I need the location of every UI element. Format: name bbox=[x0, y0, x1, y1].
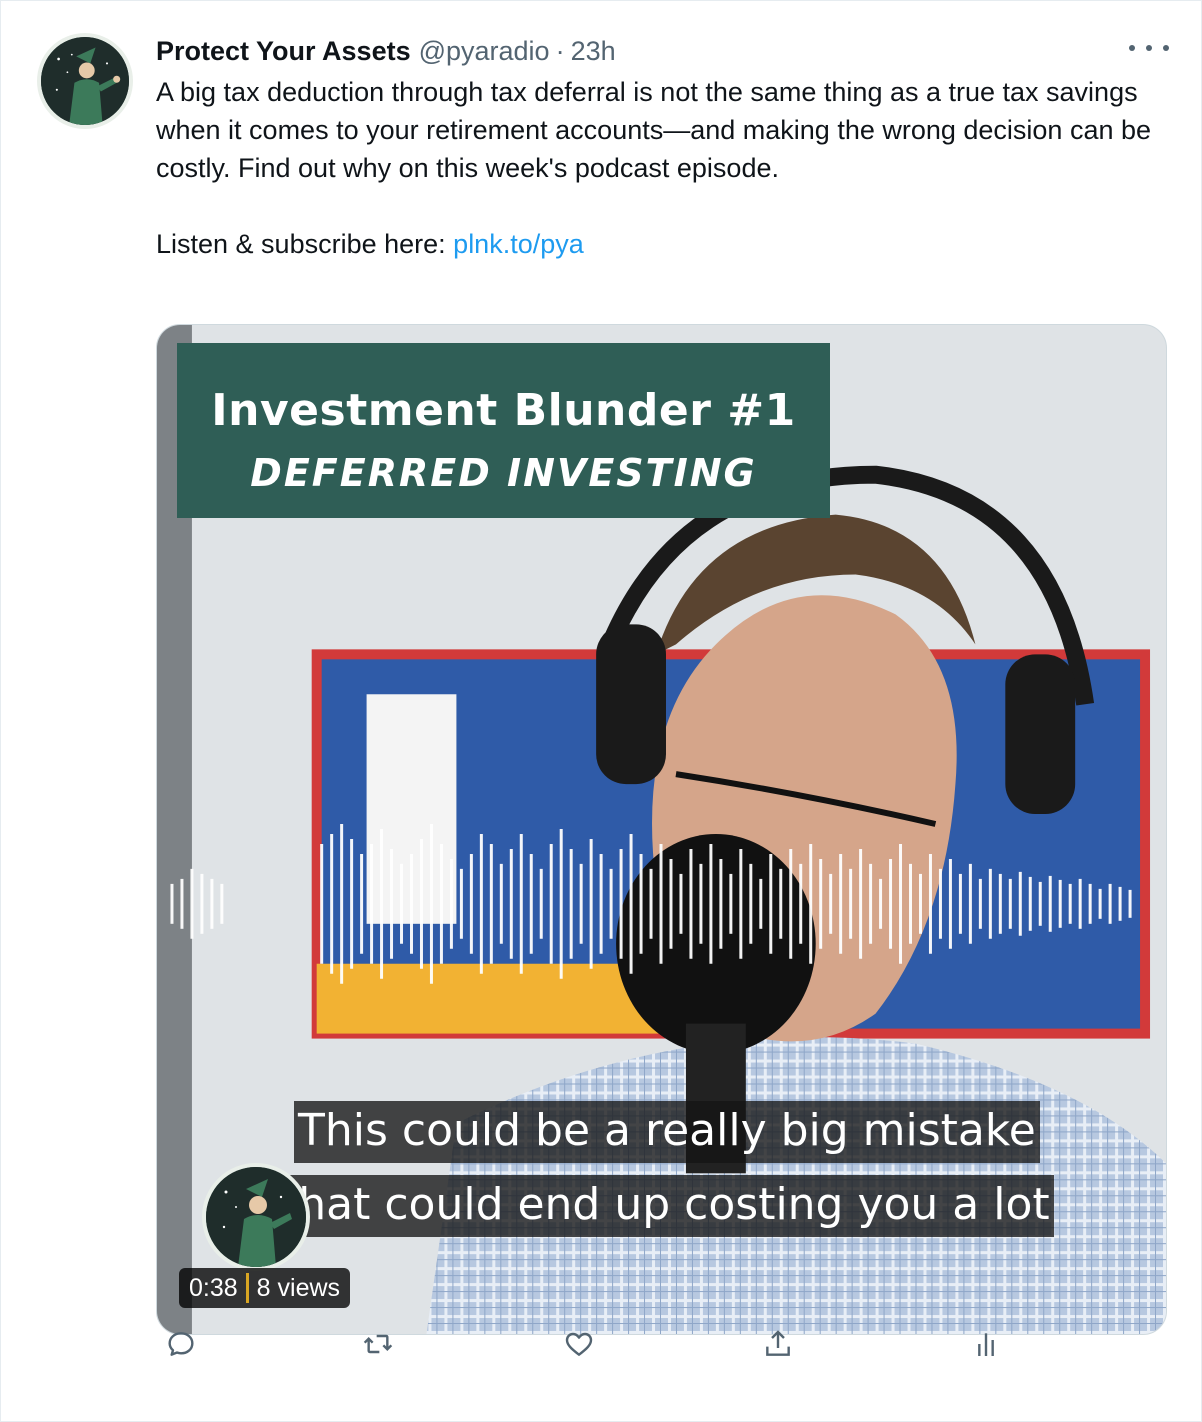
action-bar bbox=[156, 1319, 1167, 1369]
profile-avatar[interactable] bbox=[37, 33, 133, 129]
tweet-header: Protect Your Assets @pyaradio · 23h bbox=[156, 31, 616, 71]
tweet-text: A big tax deduction through tax deferral… bbox=[156, 73, 1156, 263]
tweet-card[interactable]: Protect Your Assets @pyaradio · 23h A bi… bbox=[0, 0, 1202, 1422]
cta-label: Listen & subscribe here: bbox=[156, 229, 454, 259]
podcast-link[interactable]: plnk.to/pya bbox=[453, 229, 584, 259]
tweet-cta: Listen & subscribe here: plnk.to/pya bbox=[156, 225, 1156, 263]
tweet-body: A big tax deduction through tax deferral… bbox=[156, 77, 1152, 183]
badge-divider bbox=[245, 1273, 249, 1303]
display-name[interactable]: Protect Your Assets bbox=[156, 31, 411, 71]
caption-line-2: that could end up costing you a lot bbox=[277, 1175, 1054, 1237]
episode-title: Investment Blunder #1 bbox=[211, 385, 796, 436]
wizard-logo-icon bbox=[41, 37, 129, 125]
video-watermark-logo bbox=[202, 1163, 310, 1271]
user-handle[interactable]: @pyaradio bbox=[419, 31, 550, 71]
reply-icon bbox=[168, 1332, 194, 1356]
analytics-button[interactable] bbox=[961, 1319, 1011, 1369]
episode-subtitle: DEFERRED INVESTING bbox=[250, 451, 757, 495]
analytics-icon bbox=[978, 1333, 994, 1356]
reply-button[interactable] bbox=[156, 1319, 206, 1369]
share-icon bbox=[766, 1330, 790, 1356]
caption-line-1: This could be a really big mistake bbox=[294, 1101, 1040, 1163]
video-views: 8 views bbox=[256, 1274, 341, 1302]
heart-icon bbox=[565, 1332, 593, 1356]
wizard-logo-icon bbox=[206, 1167, 306, 1267]
like-button[interactable] bbox=[554, 1319, 604, 1369]
video-duration: 0:38 bbox=[189, 1274, 238, 1302]
video-player[interactable]: Investment Blunder #1 DEFERRED INVESTING… bbox=[156, 324, 1167, 1335]
retweet-button[interactable] bbox=[353, 1319, 403, 1369]
video-info-badge: 0:38 8 views bbox=[179, 1268, 351, 1308]
share-button[interactable] bbox=[753, 1319, 803, 1369]
retweet-icon bbox=[363, 1334, 393, 1354]
more-icon[interactable] bbox=[1129, 35, 1169, 61]
separator-dot: · bbox=[555, 36, 565, 66]
timestamp[interactable]: 23h bbox=[571, 31, 616, 71]
episode-title-banner: Investment Blunder #1 DEFERRED INVESTING bbox=[177, 343, 830, 518]
